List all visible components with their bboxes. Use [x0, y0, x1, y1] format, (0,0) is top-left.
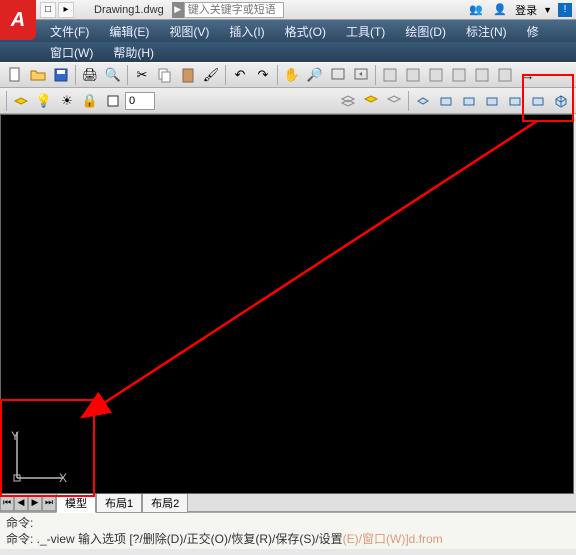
view-top-icon[interactable]	[412, 90, 434, 112]
layer-combo[interactable]: 0	[125, 92, 155, 110]
menu-help[interactable]: 帮助(H)	[105, 42, 162, 63]
open-file-icon[interactable]	[27, 64, 49, 86]
separator	[375, 65, 376, 85]
zoom-prev-icon[interactable]	[350, 64, 372, 86]
menu-tools[interactable]: 工具(T)	[338, 21, 393, 42]
menu-modify[interactable]: 修	[519, 21, 547, 42]
properties-icon[interactable]	[379, 64, 401, 86]
view-back-icon[interactable]	[527, 90, 549, 112]
command-line-1: 命令:	[6, 515, 570, 531]
layout-tabs: ⏮ ◀ ▶ ⏭ 模型 布局1 布局2	[0, 494, 576, 512]
lock-icon[interactable]: 🔒	[79, 90, 101, 112]
pan-icon[interactable]: ✋	[281, 64, 303, 86]
new-file-icon[interactable]	[4, 64, 26, 86]
layer-uniso-icon[interactable]	[360, 90, 382, 112]
login-link[interactable]: 登录	[515, 2, 537, 18]
search-arrow-icon: ▶	[172, 2, 184, 18]
sun-icon[interactable]: ☀	[56, 90, 78, 112]
view-front-icon[interactable]	[504, 90, 526, 112]
separator	[225, 65, 226, 85]
undo-icon[interactable]: ↶	[229, 64, 251, 86]
document-title: Drawing1.dwg	[94, 4, 164, 16]
open-icon[interactable]: ▸	[58, 2, 74, 18]
menu-insert[interactable]: 插入(I)	[221, 21, 272, 42]
copy-icon[interactable]	[154, 64, 176, 86]
tab-model[interactable]: 模型	[56, 493, 96, 513]
search-wrap: ▶	[172, 2, 284, 18]
bulb-icon[interactable]: 💡	[33, 90, 55, 112]
command-area[interactable]: 命令: 命令: ._-view 输入选项 [?/删除(D)/正交(O)/恢复(R…	[0, 512, 576, 549]
designcenter-icon[interactable]	[402, 64, 424, 86]
app-logo[interactable]: A	[0, 0, 36, 40]
tab-layout1[interactable]: 布局1	[96, 493, 142, 513]
separator	[277, 65, 278, 85]
ucs-icon	[13, 428, 68, 483]
plot-icon[interactable]: 🖨	[79, 64, 101, 86]
menu-draw[interactable]: 绘图(D)	[397, 21, 454, 42]
color-icon[interactable]	[102, 90, 124, 112]
toolpalette-icon[interactable]	[425, 64, 447, 86]
signin-icon[interactable]: 👤	[491, 2, 509, 18]
layer-prop-icon[interactable]	[10, 90, 32, 112]
toolbar-layers: 💡 ☀ 🔒 0	[0, 88, 576, 114]
separator	[75, 65, 76, 85]
tab-layout2[interactable]: 布局2	[142, 493, 188, 513]
tab-next-icon[interactable]: ▶	[28, 495, 42, 511]
view-swiso-icon[interactable]	[550, 90, 572, 112]
annotation-arrow	[1, 115, 575, 495]
match-icon[interactable]: 🖌	[200, 64, 222, 86]
sheetset-icon[interactable]	[448, 64, 470, 86]
zoom-icon[interactable]: 🔎	[304, 64, 326, 86]
search-input[interactable]	[184, 2, 284, 18]
separator	[6, 91, 7, 111]
menubar-row2: 窗口(W) 帮助(H)	[0, 42, 576, 62]
paste-icon[interactable]	[177, 64, 199, 86]
layer-iso-icon[interactable]	[337, 90, 359, 112]
view-bottom-icon[interactable]	[435, 90, 457, 112]
menubar: 文件(F) 编辑(E) 视图(V) 插入(I) 格式(O) 工具(T) 绘图(D…	[0, 20, 576, 42]
separator	[127, 65, 128, 85]
drawing-canvas[interactable]: Y X	[0, 114, 574, 494]
toolbar-standard: 🖨 🔍 ✂ 🖌 ↶ ↷ ✋ 🔎 →	[0, 62, 576, 88]
tab-first-icon[interactable]: ⏮	[0, 495, 14, 511]
titlebar: □ ▸ Drawing1.dwg ▶ 👥 👤 登录 ▼ !	[0, 0, 576, 20]
quickcalc-icon[interactable]	[494, 64, 516, 86]
separator	[408, 91, 409, 111]
menu-file[interactable]: 文件(F)	[42, 21, 97, 42]
menu-window[interactable]: 窗口(W)	[42, 42, 101, 63]
alert-icon[interactable]: !	[558, 3, 572, 17]
cut-icon[interactable]: ✂	[131, 64, 153, 86]
redo-icon[interactable]: ↷	[252, 64, 274, 86]
menu-dimension[interactable]: 标注(N)	[458, 21, 515, 42]
tab-last-icon[interactable]: ⏭	[42, 495, 56, 511]
dropdown-icon[interactable]: ▼	[543, 5, 552, 15]
tab-prev-icon[interactable]: ◀	[14, 495, 28, 511]
new-icon[interactable]: □	[40, 2, 56, 18]
menu-format[interactable]: 格式(O)	[277, 21, 334, 42]
layer-prev-icon[interactable]	[383, 90, 405, 112]
watermark-text: (E)/窗口(W)]d.from	[343, 532, 443, 546]
markup-icon[interactable]	[471, 64, 493, 86]
view-left-icon[interactable]	[458, 90, 480, 112]
save-icon[interactable]	[50, 64, 72, 86]
quick-access-toolbar: □ ▸	[40, 2, 74, 18]
infocenter-icon[interactable]: 👥	[467, 2, 485, 18]
zoom-window-icon[interactable]	[327, 64, 349, 86]
arrow-right-icon[interactable]: →	[517, 64, 539, 86]
command-line-2: 命令: ._-view 输入选项 [?/删除(D)/正交(O)/恢复(R)/保存…	[6, 531, 570, 547]
menu-edit[interactable]: 编辑(E)	[101, 21, 157, 42]
menu-view[interactable]: 视图(V)	[161, 21, 217, 42]
preview-icon[interactable]: 🔍	[102, 64, 124, 86]
view-right-icon[interactable]	[481, 90, 503, 112]
